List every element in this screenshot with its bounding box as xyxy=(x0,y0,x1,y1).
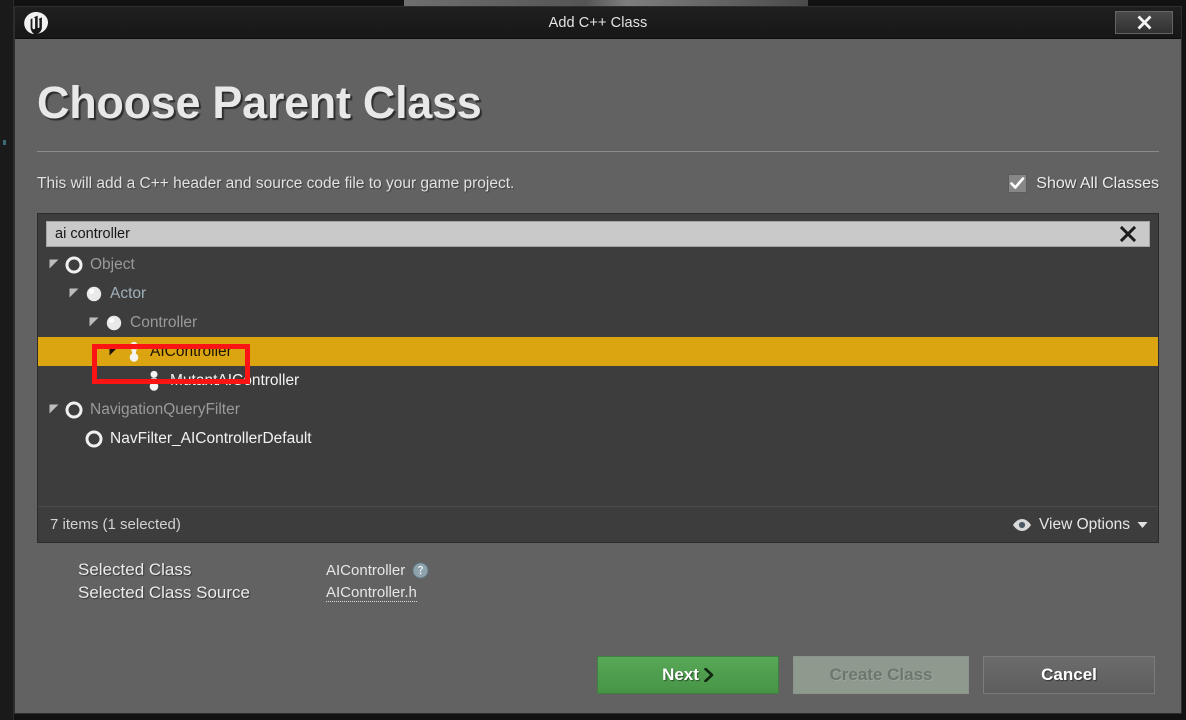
selected-class-value-row: AIController xyxy=(326,562,1159,579)
close-window-button[interactable] xyxy=(1115,11,1173,34)
class-sphere-icon xyxy=(106,315,122,330)
close-icon xyxy=(1137,15,1151,30)
class-tree-row[interactable]: Controller xyxy=(38,308,1158,337)
class-tree-row[interactable]: Actor xyxy=(38,279,1158,308)
add-cpp-class-dialog: Add C++ Class Choose Parent Class This w… xyxy=(14,6,1182,714)
class-sphere-icon xyxy=(102,308,126,337)
background-window-left-edge xyxy=(0,0,14,720)
selected-class-source-label: Selected Class Source xyxy=(78,583,250,602)
class-ring-icon xyxy=(62,250,86,279)
class-ring-icon xyxy=(82,424,106,453)
class-tree-row[interactable]: NavigationQueryFilter xyxy=(38,395,1158,424)
expander-arrow-icon[interactable] xyxy=(106,337,122,366)
expander-arrow-icon[interactable] xyxy=(66,279,82,308)
next-button-label: Next xyxy=(662,665,699,684)
class-pawn-icon xyxy=(122,337,146,366)
item-count-label: 7 items (1 selected) xyxy=(50,516,181,533)
dialog-title: Add C++ Class xyxy=(548,14,648,31)
class-sphere-icon xyxy=(86,286,102,301)
class-ring-icon xyxy=(65,401,83,418)
background-accent-mark xyxy=(3,140,6,145)
class-tree-row-label: MutantAIController xyxy=(170,371,300,389)
search-input[interactable] xyxy=(47,222,1107,246)
selected-class-source-value-row: AIController.h xyxy=(326,584,1159,602)
class-ring-icon xyxy=(62,395,86,424)
chevron-right-icon xyxy=(704,668,714,682)
unreal-engine-logo-icon xyxy=(21,10,51,36)
expander-arrow-icon[interactable] xyxy=(86,308,102,337)
title-divider xyxy=(37,151,1159,152)
class-tree-row-label: Actor xyxy=(110,284,147,302)
class-ring-icon xyxy=(65,256,83,273)
checkmark-icon xyxy=(1010,177,1025,189)
close-icon xyxy=(1119,225,1137,243)
checkbox-box[interactable] xyxy=(1008,174,1028,193)
class-picker-panel: Object Actor Controller AIController MutantA… xyxy=(37,213,1159,543)
cancel-button-label: Cancel xyxy=(1041,665,1097,684)
class-tree-row[interactable]: MutantAIController xyxy=(38,366,1158,395)
class-search-row xyxy=(46,221,1150,247)
expander-arrow-icon[interactable] xyxy=(46,250,62,279)
class-tree-row-label: NavigationQueryFilter xyxy=(90,400,240,418)
expander-arrow-icon[interactable] xyxy=(46,395,62,424)
create-class-button: Create Class xyxy=(793,656,969,694)
next-button[interactable]: Next xyxy=(597,656,779,694)
class-tree-row[interactable]: Object xyxy=(38,250,1158,279)
class-pawn-icon xyxy=(142,366,166,395)
class-sphere-icon xyxy=(82,279,106,308)
show-all-classes-checkbox[interactable]: Show All Classes xyxy=(1008,174,1159,193)
class-tree-row[interactable]: AIController xyxy=(38,337,1158,366)
dialog-body: Choose Parent Class This will add a C++ … xyxy=(15,39,1181,713)
clear-search-button[interactable] xyxy=(1107,222,1149,246)
dialog-description: This will add a C++ header and source co… xyxy=(37,174,515,192)
selected-class-label: Selected Class xyxy=(78,560,192,579)
selected-class-value: AIController xyxy=(326,561,406,579)
help-circle-icon[interactable] xyxy=(412,561,429,579)
chevron-down-icon xyxy=(1137,521,1148,528)
class-tree-row-label: Object xyxy=(90,255,135,273)
page-title: Choose Parent Class xyxy=(37,77,482,128)
view-options-label: View Options xyxy=(1038,515,1130,533)
selected-class-source-link[interactable]: AIController.h xyxy=(326,584,417,602)
description-row: This will add a C++ header and source co… xyxy=(37,174,1159,193)
eye-icon xyxy=(1012,518,1031,531)
create-class-button-label: Create Class xyxy=(829,665,933,684)
class-tree-row-label: AIController xyxy=(150,342,232,360)
class-pawn-icon xyxy=(149,370,159,391)
class-tree[interactable]: Object Actor Controller AIController MutantA… xyxy=(38,247,1158,506)
dialog-footer: Next Create Class Cancel xyxy=(37,656,1159,694)
dialog-titlebar: Add C++ Class xyxy=(15,7,1181,39)
desktop-background: Add C++ Class Choose Parent Class This w… xyxy=(0,0,1186,720)
show-all-classes-label: Show All Classes xyxy=(1036,174,1159,192)
class-tree-row-label: NavFilter_AIControllerDefault xyxy=(110,429,312,447)
cancel-button[interactable]: Cancel xyxy=(983,656,1155,694)
class-picker-status-bar: 7 items (1 selected) View Options xyxy=(38,506,1158,542)
selected-class-info: Selected Class AIController Selected Cla… xyxy=(37,560,1159,603)
view-options-button[interactable]: View Options xyxy=(1012,516,1148,534)
class-tree-row-label: Controller xyxy=(130,313,198,331)
class-pawn-icon xyxy=(129,341,139,362)
class-ring-icon xyxy=(85,430,103,447)
class-tree-row[interactable]: NavFilter_AIControllerDefault xyxy=(38,424,1158,453)
